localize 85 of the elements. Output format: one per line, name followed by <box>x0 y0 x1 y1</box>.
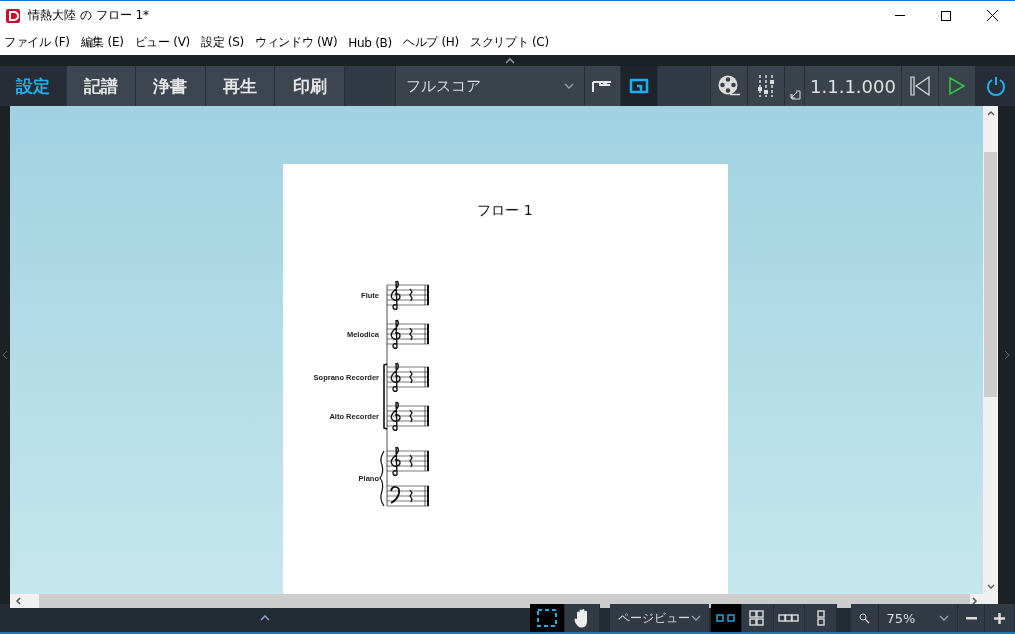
play-icon <box>949 77 966 95</box>
rest-icon <box>408 288 413 302</box>
rest-icon <box>408 370 413 384</box>
mixer-faders-icon <box>758 75 774 97</box>
flow-title: フロー 1 <box>477 202 533 220</box>
page-view-icon <box>629 78 650 94</box>
final-barline <box>424 366 429 388</box>
close-icon <box>986 10 998 21</box>
treble-clef-icon <box>390 401 401 431</box>
layout-dropdown[interactable]: フルスコア <box>395 66 585 106</box>
final-barline <box>424 405 429 427</box>
final-barline <box>424 450 429 472</box>
treble-clef-icon <box>390 446 401 476</box>
expand-panel-caret-icon[interactable] <box>260 615 271 621</box>
rest-icon <box>408 489 413 503</box>
transport-expand-button[interactable] <box>785 66 806 106</box>
minimize-icon <box>895 14 905 17</box>
film-reel-icon <box>716 74 741 98</box>
menu-item[interactable]: ヘルプ (H) <box>402 34 459 51</box>
staff <box>386 284 429 306</box>
zoom-in-button[interactable] <box>985 604 1015 632</box>
view-type-button[interactable] <box>584 66 622 106</box>
vertical-scrollbar[interactable] <box>983 106 998 594</box>
treble-clef-icon <box>390 319 401 349</box>
menu-item[interactable]: 設定 (S) <box>200 34 244 51</box>
staff <box>386 405 429 427</box>
collapse-caret-icon[interactable] <box>505 57 515 64</box>
expand-arrow-icon <box>788 88 801 100</box>
bass-clef-icon <box>389 485 403 504</box>
menu-item[interactable]: 編集 (E) <box>80 34 124 51</box>
marquee-select-icon <box>537 609 558 627</box>
zoom-button[interactable] <box>850 604 879 632</box>
chevron-down-icon <box>563 83 574 89</box>
mode-tab[interactable]: 浄書 <box>136 66 206 106</box>
page-arrangement-button[interactable] <box>773 604 806 632</box>
zoom-dropdown[interactable]: 75% <box>878 604 958 632</box>
mixer-button[interactable] <box>747 66 786 106</box>
menu-item[interactable]: ウィンドウ (W) <box>254 34 338 51</box>
power-button[interactable] <box>976 66 1015 106</box>
mode-tab[interactable]: 再生 <box>205 66 276 106</box>
view-dropdown[interactable]: ページビュー <box>609 604 709 632</box>
rest-icon <box>408 409 413 423</box>
staff <box>386 485 429 507</box>
skip-to-start-icon <box>909 76 932 96</box>
tool-button[interactable] <box>564 604 600 632</box>
mode-tab[interactable]: 設定 <box>0 66 67 106</box>
play-button[interactable] <box>939 66 977 106</box>
staff <box>386 366 429 388</box>
window-title: 情熱大陸 の フロー 1* <box>28 7 150 24</box>
rest-icon <box>408 327 413 341</box>
rewind-button[interactable] <box>901 66 940 106</box>
video-button[interactable] <box>710 66 748 106</box>
mode-tab[interactable]: 記譜 <box>66 66 137 106</box>
chevron-down-icon <box>690 615 701 621</box>
view-type-button[interactable] <box>621 66 659 106</box>
page-arrangement-button[interactable] <box>805 604 837 632</box>
final-barline <box>424 485 429 507</box>
tool-button[interactable] <box>530 604 565 632</box>
staff <box>386 323 429 345</box>
brace <box>378 450 385 507</box>
page-arrangement-button[interactable] <box>742 604 774 632</box>
mode-tab[interactable]: 印刷 <box>275 66 345 106</box>
position-display: 1.1.1.000 <box>805 66 902 106</box>
app-logo-icon <box>6 8 20 23</box>
search-icon <box>858 612 870 624</box>
chevron-down-icon <box>938 615 949 621</box>
menu-item[interactable]: スクリプト (C) <box>469 34 549 51</box>
bracket <box>382 363 388 430</box>
menu-item[interactable]: ビュー (V) <box>134 34 190 51</box>
minus-icon <box>965 616 977 620</box>
final-barline <box>424 284 429 306</box>
staff <box>386 450 429 472</box>
menu-item[interactable]: Hub (B) <box>348 35 392 50</box>
page-arrangement-button[interactable] <box>710 604 743 632</box>
menu-item[interactable]: ファイル (F) <box>4 34 70 51</box>
hand-icon <box>573 608 590 628</box>
galley-view-icon <box>592 79 613 93</box>
zoom-out-button[interactable] <box>957 604 986 632</box>
final-barline <box>424 323 429 345</box>
treble-clef-icon <box>390 362 401 392</box>
power-icon <box>985 76 1006 96</box>
treble-clef-icon <box>390 280 401 310</box>
maximize-icon <box>941 10 951 21</box>
plus-icon <box>994 612 1006 624</box>
rest-icon <box>408 454 413 468</box>
